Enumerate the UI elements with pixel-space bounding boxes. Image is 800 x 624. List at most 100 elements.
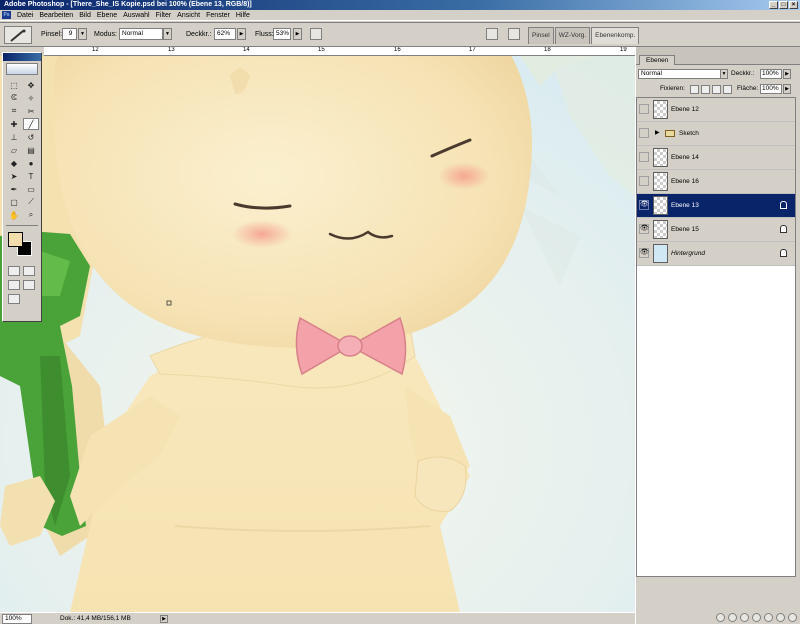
brush-tool-icon[interactable]: ╱ bbox=[23, 118, 39, 130]
layer-row[interactable]: 👁 Hintergrund bbox=[637, 242, 795, 266]
menu-auswahl[interactable]: Auswahl bbox=[120, 10, 152, 21]
mode-select-arrow[interactable]: ▼ bbox=[163, 28, 172, 40]
lock-position-icon[interactable] bbox=[712, 85, 721, 94]
document-canvas[interactable] bbox=[0, 56, 635, 612]
menu-filter[interactable]: Filter bbox=[153, 10, 175, 21]
palette-toggle-icon[interactable] bbox=[508, 28, 520, 40]
hand-tool-icon[interactable]: ✋ bbox=[6, 209, 22, 221]
visibility-toggle[interactable] bbox=[639, 176, 649, 186]
eye-icon[interactable]: 👁 bbox=[639, 200, 649, 210]
lock-transparency-icon[interactable] bbox=[690, 85, 699, 94]
layer-group-row[interactable]: ▶ Sketch bbox=[637, 122, 795, 146]
slice-tool-icon[interactable]: ✂ bbox=[23, 105, 39, 117]
eyedropper-tool-icon[interactable]: ⟋ bbox=[23, 196, 39, 208]
move-tool-icon[interactable]: ✥ bbox=[23, 79, 39, 91]
path-select-icon[interactable]: ➤ bbox=[6, 170, 22, 182]
screen-mode-standard-icon[interactable] bbox=[8, 280, 20, 290]
eye-icon[interactable]: 👁 bbox=[639, 224, 649, 234]
photoshop-logo-icon[interactable]: Ps bbox=[2, 11, 11, 19]
palette-tab-pinsel[interactable]: Pinsel bbox=[528, 27, 554, 44]
notes-tool-icon[interactable]: ▢ bbox=[6, 196, 22, 208]
stamp-tool-icon[interactable]: ⊥ bbox=[6, 131, 22, 143]
magic-wand-icon[interactable]: ✧ bbox=[23, 92, 39, 104]
layer-row[interactable]: 👁 Ebene 15 bbox=[637, 218, 795, 242]
layer-row-selected[interactable]: 👁 Ebene 13 bbox=[637, 194, 795, 218]
jump-to-imageready-icon[interactable] bbox=[8, 294, 20, 304]
screen-mode-full-icon[interactable] bbox=[23, 280, 35, 290]
tab-ebenen[interactable]: Ebenen bbox=[639, 55, 676, 65]
visibility-toggle[interactable] bbox=[639, 152, 649, 162]
flow-arrow[interactable]: ▶ bbox=[293, 28, 302, 40]
history-brush-icon[interactable]: ↺ bbox=[23, 131, 39, 143]
menu-ansicht[interactable]: Ansicht bbox=[174, 10, 203, 21]
palette-tab-ebenenkomp[interactable]: Ebenenkomp. bbox=[591, 27, 640, 44]
menu-hilfe[interactable]: Hilfe bbox=[233, 10, 253, 21]
menu-bild[interactable]: Bild bbox=[76, 10, 94, 21]
lock-all-icon[interactable] bbox=[723, 85, 732, 94]
maximize-button[interactable]: □ bbox=[779, 1, 788, 9]
marquee-tool-icon[interactable]: ⬚ bbox=[6, 79, 22, 91]
fill-arrow[interactable]: ▶ bbox=[783, 84, 791, 94]
opacity-input[interactable]: 62% bbox=[214, 28, 236, 40]
visibility-toggle[interactable] bbox=[639, 128, 649, 138]
zoom-tool-icon[interactable]: ⌕ bbox=[23, 209, 39, 221]
foreground-color[interactable] bbox=[8, 232, 23, 247]
dodge-tool-icon[interactable]: ● bbox=[23, 157, 39, 169]
close-button[interactable]: × bbox=[789, 1, 798, 9]
airbrush-icon[interactable] bbox=[310, 28, 322, 40]
lock-icon bbox=[780, 225, 787, 233]
lock-image-icon[interactable] bbox=[701, 85, 710, 94]
pen-tool-icon[interactable]: ✒ bbox=[6, 183, 22, 195]
brush-size-picker[interactable]: 9 bbox=[62, 28, 77, 40]
ruler-tick-label: 17 bbox=[469, 47, 476, 53]
eraser-tool-icon[interactable]: ▱ bbox=[6, 144, 22, 156]
menu-ebene[interactable]: Ebene bbox=[94, 10, 120, 21]
adobe-online-icon[interactable] bbox=[6, 63, 38, 75]
file-browser-icon[interactable] bbox=[486, 28, 498, 40]
toolbox-header[interactable] bbox=[3, 53, 41, 61]
layer-row[interactable]: Ebene 16 bbox=[637, 170, 795, 194]
layer-opacity-input[interactable]: 100% bbox=[760, 69, 782, 79]
status-menu-arrow[interactable]: ▶ bbox=[160, 615, 168, 623]
menu-bearbeiten[interactable]: Bearbeiten bbox=[36, 10, 76, 21]
layer-mask-icon[interactable] bbox=[740, 612, 749, 622]
gradient-tool-icon[interactable]: ▤ bbox=[23, 144, 39, 156]
menu-fenster[interactable]: Fenster bbox=[203, 10, 233, 21]
link-layers-icon[interactable] bbox=[716, 612, 725, 622]
layer-style-icon[interactable] bbox=[728, 612, 737, 622]
new-layer-icon[interactable] bbox=[776, 612, 785, 622]
trash-icon[interactable] bbox=[788, 612, 797, 622]
layer-list-scrollbar[interactable] bbox=[796, 97, 800, 577]
flow-input[interactable]: 53% bbox=[273, 28, 291, 40]
healing-brush-icon[interactable]: ✚ bbox=[6, 118, 22, 130]
opacity-arrow[interactable]: ▶ bbox=[237, 28, 246, 40]
horizontal-ruler[interactable]: 12 13 14 15 16 17 18 19 bbox=[44, 47, 635, 56]
mode-select[interactable]: Normal bbox=[119, 28, 163, 40]
layer-blend-mode[interactable]: Normal bbox=[638, 69, 728, 79]
quickmask-mode-icon[interactable] bbox=[23, 266, 35, 276]
tool-preset-picker[interactable] bbox=[4, 26, 32, 44]
blend-mode-arrow[interactable]: ▼ bbox=[720, 69, 728, 79]
blur-tool-icon[interactable]: ◆ bbox=[6, 157, 22, 169]
brush-tool-icon bbox=[10, 29, 26, 42]
visibility-toggle[interactable] bbox=[639, 104, 649, 114]
menu-datei[interactable]: Datei bbox=[14, 10, 36, 21]
fill-input[interactable]: 100% bbox=[760, 84, 782, 94]
layer-row[interactable]: Ebene 12 bbox=[637, 98, 795, 122]
adjustment-layer-icon[interactable] bbox=[764, 612, 773, 622]
lasso-tool-icon[interactable]: ᕳ bbox=[6, 92, 22, 104]
eye-icon[interactable]: 👁 bbox=[639, 248, 649, 258]
minimize-button[interactable]: _ bbox=[769, 1, 778, 9]
type-tool-icon[interactable]: T bbox=[23, 170, 39, 182]
crop-tool-icon[interactable]: ⌗ bbox=[6, 105, 22, 117]
brush-picker-arrow[interactable]: ▼ bbox=[78, 28, 87, 40]
layer-row[interactable]: Ebene 14 bbox=[637, 146, 795, 170]
zoom-field[interactable]: 100% bbox=[2, 614, 32, 624]
layer-thumbnail bbox=[653, 220, 668, 239]
layer-opacity-arrow[interactable]: ▶ bbox=[783, 69, 791, 79]
new-group-icon[interactable] bbox=[752, 612, 761, 622]
expand-triangle-icon[interactable]: ▶ bbox=[655, 129, 660, 136]
palette-tab-wz-vorg[interactable]: WZ-Vorg. bbox=[554, 27, 591, 44]
standard-mode-icon[interactable] bbox=[8, 266, 20, 276]
shape-tool-icon[interactable]: ▭ bbox=[23, 183, 39, 195]
